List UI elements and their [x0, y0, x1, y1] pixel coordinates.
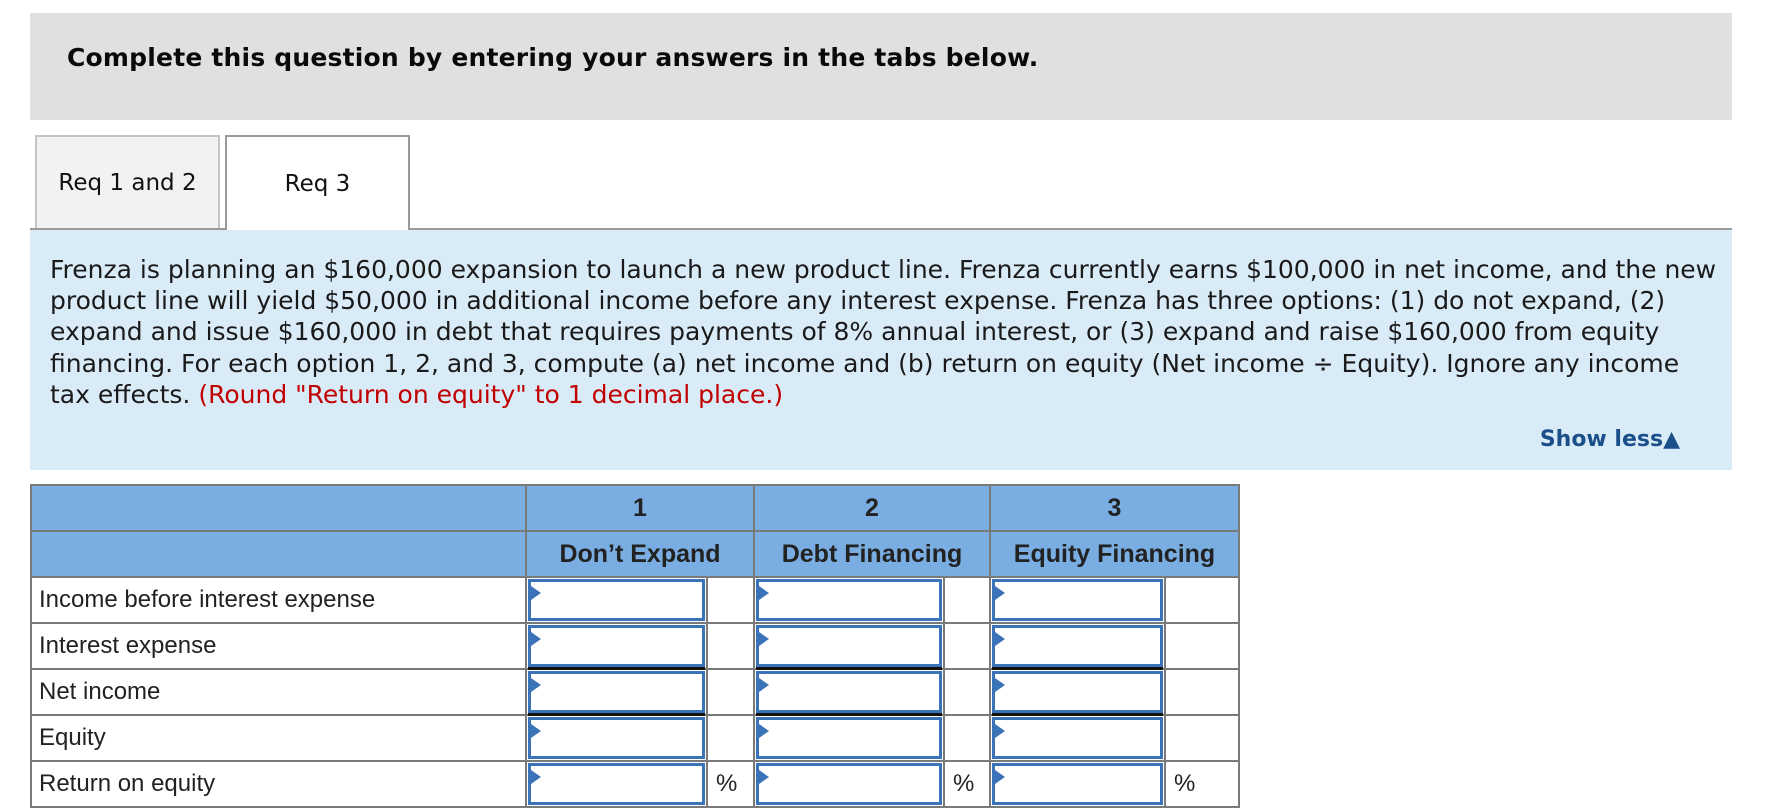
tab-label: Req 3 — [284, 170, 351, 197]
percent-sign: % — [706, 760, 755, 808]
input-box[interactable] — [756, 671, 942, 713]
net-income-debt-input[interactable] — [753, 668, 945, 716]
table-row: Equity — [30, 714, 1240, 762]
show-less-label: Show less — [1539, 427, 1664, 452]
input-box[interactable] — [992, 671, 1163, 713]
interest-expense-dont-expand-input[interactable] — [525, 622, 708, 670]
table-row: Income before interest expense — [30, 576, 1240, 624]
rounding-instruction: (Round "Return on equity" to 1 decimal p… — [198, 379, 784, 409]
tab-req-3[interactable]: Req 3 — [225, 135, 410, 230]
interest-expense-equity-input[interactable] — [989, 622, 1166, 670]
equity-equity-input[interactable] — [989, 714, 1166, 762]
input-box[interactable] — [756, 579, 942, 621]
suffix-cell — [706, 668, 755, 716]
question-panel: Frenza is planning an $160,000 expansion… — [30, 230, 1732, 470]
table-row: Return on equity % % % — [30, 760, 1240, 808]
income-before-interest-debt-input[interactable] — [753, 576, 945, 624]
income-before-interest-dont-expand-input[interactable] — [525, 576, 708, 624]
header-row-numbers: 1 2 3 — [30, 484, 1240, 532]
input-box[interactable] — [528, 671, 705, 713]
net-income-dont-expand-input[interactable] — [525, 668, 708, 716]
input-box[interactable] — [756, 625, 942, 667]
table-row: Net income — [30, 668, 1240, 716]
suffix-cell — [1164, 668, 1240, 716]
income-before-interest-equity-input[interactable] — [989, 576, 1166, 624]
input-box[interactable] — [756, 717, 942, 759]
interest-expense-debt-input[interactable] — [753, 622, 945, 670]
input-box[interactable] — [528, 625, 705, 667]
return-on-equity-equity-input[interactable] — [989, 760, 1166, 808]
input-box[interactable] — [992, 717, 1163, 759]
suffix-cell — [706, 622, 755, 670]
header-title: Complete this question by entering your … — [67, 43, 1039, 72]
net-income-equity-input[interactable] — [989, 668, 1166, 716]
tab-label: Req 1 and 2 — [58, 169, 197, 196]
answer-table: 1 2 3 Don’t Expand Debt Financing Equity… — [30, 484, 1240, 808]
suffix-cell — [1164, 714, 1240, 762]
suffix-cell — [943, 714, 991, 762]
input-box[interactable] — [528, 763, 705, 805]
column-number-3: 3 — [989, 484, 1240, 532]
row-label: Return on equity — [30, 760, 527, 808]
show-less-button[interactable]: Show less▲ — [1540, 427, 1680, 452]
percent-sign: % — [943, 760, 991, 808]
suffix-cell — [943, 668, 991, 716]
header-blank — [30, 484, 527, 532]
column-title-debt-financing: Debt Financing — [753, 530, 991, 578]
suffix-cell — [943, 622, 991, 670]
equity-dont-expand-input[interactable] — [525, 714, 708, 762]
input-box[interactable] — [756, 763, 942, 805]
equity-debt-input[interactable] — [753, 714, 945, 762]
return-on-equity-dont-expand-input[interactable] — [525, 760, 708, 808]
question-text: Frenza is planning an $160,000 expansion… — [50, 254, 1720, 410]
row-label: Equity — [30, 714, 527, 762]
return-on-equity-debt-input[interactable] — [753, 760, 945, 808]
instructions-header: Complete this question by entering your … — [30, 13, 1732, 120]
suffix-cell — [706, 714, 755, 762]
header-blank — [30, 530, 527, 578]
column-number-2: 2 — [753, 484, 991, 532]
triangle-up-icon: ▲ — [1663, 427, 1680, 452]
input-box[interactable] — [992, 763, 1163, 805]
input-box[interactable] — [528, 717, 705, 759]
percent-sign: % — [1164, 760, 1240, 808]
table-row: Interest expense — [30, 622, 1240, 670]
input-box[interactable] — [992, 579, 1163, 621]
column-title-dont-expand: Don’t Expand — [525, 530, 755, 578]
row-label: Net income — [30, 668, 527, 716]
column-number-1: 1 — [525, 484, 755, 532]
header-row-titles: Don’t Expand Debt Financing Equity Finan… — [30, 530, 1240, 578]
tab-req-1-and-2[interactable]: Req 1 and 2 — [35, 135, 220, 228]
suffix-cell — [943, 576, 991, 624]
input-box[interactable] — [528, 579, 705, 621]
input-box[interactable] — [992, 625, 1163, 667]
suffix-cell — [1164, 622, 1240, 670]
column-title-equity-financing: Equity Financing — [989, 530, 1240, 578]
row-label: Income before interest expense — [30, 576, 527, 624]
suffix-cell — [1164, 576, 1240, 624]
suffix-cell — [706, 576, 755, 624]
row-label: Interest expense — [30, 622, 527, 670]
